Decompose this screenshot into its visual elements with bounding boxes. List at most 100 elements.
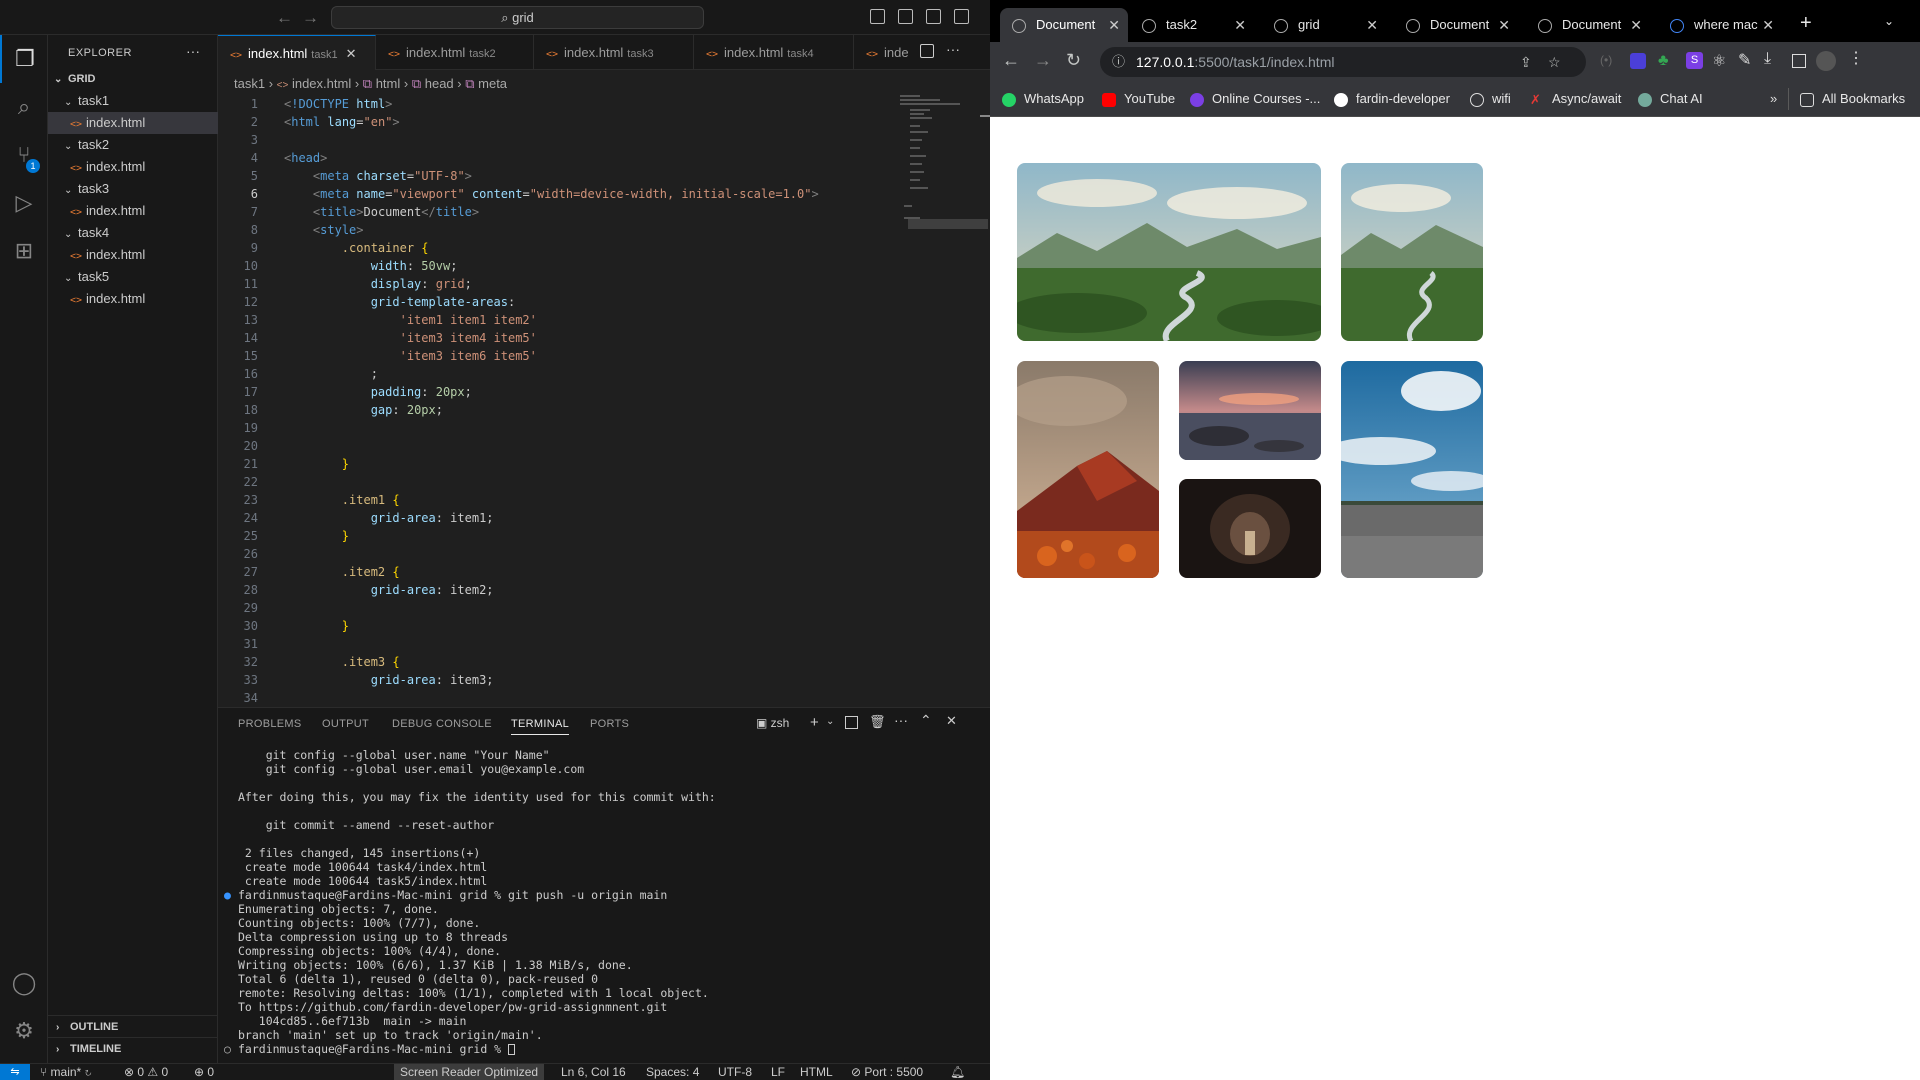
tree-folder-task2[interactable]: ⌄ task2 [48, 134, 218, 156]
extensions-icon[interactable]: ⊞ [0, 227, 48, 275]
back-arrow-icon[interactable]: ← [276, 8, 293, 28]
source-control-icon[interactable]: ⑂ 1 [0, 131, 48, 179]
search-icon[interactable]: ⌕ [0, 83, 48, 131]
split-editor-icon[interactable] [920, 44, 934, 58]
address-bar[interactable]: ⓘ 127.0.0.1:5500/task1/index.html ☆ ⇪ [1100, 47, 1586, 77]
explorer-icon[interactable]: ❐ [0, 35, 48, 83]
browser-tab-document-2[interactable]: Document ✕ [1394, 8, 1518, 42]
manage-gear-icon[interactable]: ⚙ [0, 1007, 48, 1055]
back-arrow-icon[interactable]: ← [1002, 50, 1020, 71]
toggle-panel-icon[interactable] [898, 9, 913, 24]
more-bookmarks-chevron-icon[interactable]: » [1770, 91, 1777, 106]
indentation[interactable]: Spaces: 4 [646, 1064, 699, 1080]
tree-file-task1-index[interactable]: <> index.html [48, 112, 218, 134]
tab-task1-index[interactable]: <> index.html task1 ✕ [218, 35, 376, 70]
bookmark-online-courses[interactable]: Online Courses -... [1190, 91, 1320, 107]
close-icon[interactable]: ✕ [1366, 8, 1378, 42]
tree-file-task4-index[interactable]: <> index.html [48, 244, 218, 266]
site-info-icon[interactable]: ⓘ [1112, 47, 1125, 77]
close-panel-icon[interactable]: ✕ [946, 713, 957, 729]
tab-task4-index[interactable]: <> index.html task4 [694, 35, 854, 70]
notifications-bell-icon[interactable]: 🔔︎ [950, 1064, 965, 1080]
tree-folder-task5[interactable]: ⌄ task5 [48, 266, 218, 288]
browser-tab-task2[interactable]: task2 ✕ [1130, 8, 1254, 42]
more-actions-icon[interactable]: ··· [946, 41, 960, 57]
problems-status[interactable]: ⊗ 0 ⚠ 0 [124, 1064, 168, 1080]
breadcrumb-head[interactable]: head [425, 76, 454, 91]
panel-tab-terminal[interactable]: TERMINAL [511, 718, 570, 735]
tree-folder-task3[interactable]: ⌄ task3 [48, 178, 218, 200]
breadcrumb-file[interactable]: index.html [292, 76, 351, 91]
close-icon[interactable]: ✕ [1630, 8, 1642, 42]
breadcrumb-meta[interactable]: meta [478, 76, 507, 91]
toggle-sidebar-icon[interactable] [870, 9, 885, 24]
browser-tab-document-3[interactable]: Document ✕ [1526, 8, 1650, 42]
all-bookmarks[interactable]: All Bookmarks [1800, 91, 1905, 107]
new-tab-icon[interactable]: + [1800, 12, 1812, 35]
chevron-down-icon[interactable]: ⌄ [826, 716, 834, 727]
bookmark-github[interactable]: fardin-developer [1334, 91, 1450, 107]
tree-folder-task4[interactable]: ⌄ task4 [48, 222, 218, 244]
forward-arrow-icon[interactable]: → [302, 8, 319, 28]
more-actions-icon[interactable]: ··· [894, 712, 908, 728]
terminal-output[interactable]: git config --global user.name "Your Name… [224, 748, 978, 1056]
bookmark-whatsapp[interactable]: WhatsApp [1002, 91, 1084, 107]
toggle-secondary-sidebar-icon[interactable] [926, 9, 941, 24]
tree-file-task3-index[interactable]: <> index.html [48, 200, 218, 222]
ports-status[interactable]: ⊕ 0 [194, 1064, 214, 1080]
extension-tree-icon[interactable]: ♣ [1658, 52, 1669, 70]
extensions-puzzle-icon[interactable]: ✎ [1738, 50, 1751, 70]
extension-icon[interactable] [1630, 53, 1646, 69]
close-icon[interactable]: ✕ [1498, 8, 1510, 42]
run-debug-icon[interactable]: ▷ [0, 179, 48, 227]
profile-avatar[interactable] [1816, 51, 1836, 71]
browser-tab-google-search[interactable]: where mac ✕ [1658, 8, 1782, 42]
more-actions-icon[interactable]: ··· [186, 43, 200, 59]
branch-status[interactable]: ⑂ main* ↻ [40, 1064, 92, 1080]
end-of-line[interactable]: LF [771, 1064, 785, 1080]
outline-section[interactable]: › OUTLINE [48, 1015, 218, 1037]
live-server-port[interactable]: ⊘ Port : 5500 [851, 1064, 923, 1080]
tree-file-task2-index[interactable]: <> index.html [48, 156, 218, 178]
code-editor[interactable]: 1 2 3 4 5 6 7 8 9 10 11 12 13 14 15 16 1… [218, 95, 990, 707]
browser-tab-grid[interactable]: grid ✕ [1262, 8, 1386, 42]
encoding[interactable]: UTF-8 [718, 1064, 752, 1080]
maximize-panel-icon[interactable]: ⌃ [920, 712, 932, 729]
download-icon[interactable]: ⤓ [1764, 50, 1771, 68]
reload-icon[interactable]: ↻ [1066, 50, 1081, 71]
breadcrumb-html[interactable]: html [376, 76, 401, 91]
chrome-menu-icon[interactable]: ⋮ [1848, 48, 1864, 68]
breadcrumb-folder[interactable]: task1 [234, 76, 265, 91]
new-terminal-icon[interactable]: + [810, 714, 819, 731]
panel-tab-ports[interactable]: PORTS [590, 718, 629, 730]
timeline-section[interactable]: › TIMELINE [48, 1037, 218, 1059]
terminal-shell-selector[interactable]: ▣ zsh [756, 716, 789, 730]
bookmark-star-icon[interactable]: ☆ [1548, 47, 1561, 77]
tree-root-grid[interactable]: ⌄ GRID [48, 68, 218, 90]
forward-arrow-icon[interactable]: → [1034, 50, 1052, 71]
extension-s-icon[interactable]: S [1686, 52, 1703, 69]
browser-tab-document[interactable]: Document ✕ [1000, 8, 1128, 42]
tab-task3-index[interactable]: <> index.html task3 [534, 35, 694, 70]
panel-tab-problems[interactable]: PROBLEMS [238, 718, 302, 730]
minimap[interactable] [880, 95, 990, 707]
account-icon[interactable]: ◯ [0, 959, 48, 1007]
language-mode[interactable]: HTML [800, 1064, 833, 1080]
close-icon[interactable]: ✕ [1108, 8, 1120, 42]
side-panel-icon[interactable] [1792, 54, 1806, 68]
trash-icon[interactable]: 🗑 [869, 714, 886, 730]
close-icon[interactable]: ✕ [1762, 8, 1774, 42]
extension-icon[interactable]: (•) [1600, 53, 1612, 67]
customize-layout-icon[interactable] [954, 9, 969, 24]
tab-search-chevron-icon[interactable]: ⌄ [1884, 14, 1894, 28]
close-icon[interactable]: ✕ [1234, 8, 1246, 42]
tree-file-task5-index[interactable]: <> index.html [48, 288, 218, 310]
command-center-search[interactable]: ⌕ grid [331, 6, 704, 29]
bookmark-async-await[interactable]: ✗ Async/await [1530, 91, 1621, 107]
cursor-position[interactable]: Ln 6, Col 16 [561, 1064, 626, 1080]
remote-icon[interactable]: ⇋ [0, 1064, 30, 1080]
share-icon[interactable]: ⇪ [1520, 47, 1532, 77]
bookmark-wifi[interactable]: wifi [1470, 91, 1511, 107]
bookmark-chat-ai[interactable]: Chat AI [1638, 91, 1703, 107]
close-icon[interactable]: ✕ [346, 46, 357, 61]
